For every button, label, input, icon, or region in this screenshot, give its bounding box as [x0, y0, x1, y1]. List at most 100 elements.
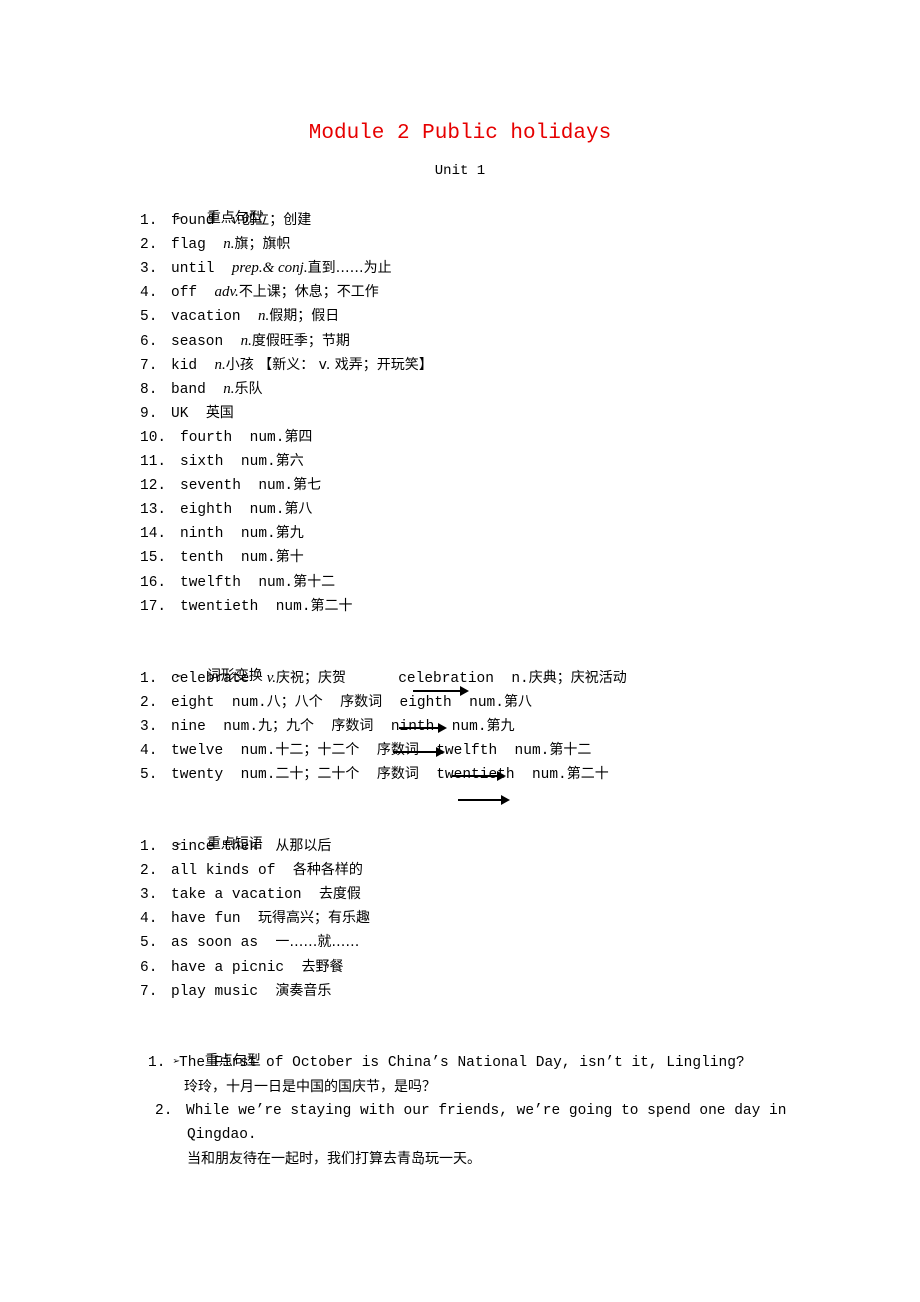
vocab-word: flag	[171, 237, 206, 254]
vocab-item: 8. band n.乐队	[140, 380, 263, 398]
phrase-english: as soon as	[171, 935, 259, 952]
vocab-meaning: 度假旺季；节期	[251, 332, 350, 349]
vocab-word: kid	[171, 357, 198, 374]
vocab-word: ninth	[180, 526, 224, 543]
phrase-chinese: 一……就……	[275, 934, 360, 951]
vocab-word: off	[171, 285, 198, 302]
sentence-translation: 玲玲，十月一日是中国的国庆节，是吗？	[184, 1079, 436, 1095]
phrase-item: 6. have a picnic 去野餐	[140, 958, 344, 976]
phrase-item: 1. since then 从那以后	[140, 838, 332, 855]
section-heading-phrases: ➢ 重点短语	[140, 811, 263, 852]
vocab-meaning: 第十	[275, 549, 304, 566]
phrase-chinese: 去野餐	[301, 958, 344, 975]
vocab-item: 6. season n.度假旺季；节期	[140, 332, 350, 350]
phrase-item: 7. play music 演奏音乐	[140, 982, 332, 1000]
vocab-word: sixth	[180, 454, 224, 470]
vocab-meaning: 假期；假日	[269, 308, 340, 325]
vocab-item: 4. off adv.不上课；休息；不工作	[140, 284, 379, 302]
part-of-speech: n.	[214, 356, 226, 373]
vocab-word: found	[171, 213, 215, 229]
arrow-right-icon	[393, 747, 445, 757]
vocab-item: 12. seventh num.第七	[140, 477, 322, 495]
vocab-item: 7. kid n.小孩 【新义： v. 戏弄；开玩笑】	[140, 356, 433, 374]
part-of-speech: num.	[240, 454, 276, 470]
list-item: 1. celebrate v.庆祝；庆贺 celebration n.庆典；庆祝活…	[140, 670, 627, 687]
part-of-speech: num.	[258, 478, 294, 495]
part-of-speech: adv.	[214, 284, 239, 301]
list-item: 2. eight num.八；八个 序数词 eighth num.第八	[140, 694, 532, 711]
part-of-speech: num.	[249, 502, 285, 519]
phrase-chinese: 演奏音乐	[275, 982, 332, 999]
list-item: 4. twelve num.十二；十二个 序数词 twelfth num.第十二	[140, 742, 592, 759]
vocab-meaning: 乐队	[234, 380, 263, 397]
vocab-item: 1. found v.创立；创建	[140, 212, 312, 229]
list-item: 5. twenty num.二十；二十个 序数词 twentieth num.第二…	[140, 766, 609, 783]
vocab-word: fourth	[180, 429, 233, 446]
phrase-english: since then	[171, 839, 259, 855]
unit-heading: Unit 1	[434, 163, 486, 179]
vocab-item: 5. vacation n.假期；假日	[140, 308, 340, 326]
part-of-speech: n.	[240, 332, 252, 349]
phrase-english: take a vacation	[171, 887, 302, 904]
vocab-word: tenth	[180, 550, 224, 567]
vocab-word: UK	[171, 405, 189, 422]
vocab-item: 17. twentieth num.第二十	[140, 597, 353, 615]
part-of-speech: n.	[223, 380, 235, 397]
vocab-item: 3. until prep.& conj.直到……为止	[140, 260, 392, 278]
document-page: Module 2 Public holidays Unit 1 ➢ 重点句型 1.…	[0, 0, 920, 1302]
vocab-meaning: 第七	[293, 477, 322, 494]
vocab-meaning: 第九	[275, 525, 304, 542]
vocab-meaning: 不上课；休息；不工作	[238, 284, 379, 301]
part-of-speech: num.	[240, 550, 276, 567]
vocab-meaning: 直到……为止	[307, 260, 392, 277]
phrase-english: play music	[171, 983, 259, 1000]
sentence-translation: 当和朋友待在一起时，我们打算去青岛玩一天。	[187, 1151, 481, 1167]
phrase-english: have a picnic	[171, 959, 285, 976]
part-of-speech: num.	[258, 574, 294, 591]
arrow-right-icon	[452, 771, 506, 781]
part-of-speech: v.	[231, 212, 242, 228]
phrase-item: 3. take a vacation 去度假	[140, 886, 361, 904]
arrow-right-icon	[399, 723, 447, 733]
arrow-right-icon	[458, 795, 510, 805]
vocab-meaning: 第四	[284, 428, 313, 445]
vocab-meaning: 旗；旗帜	[234, 236, 291, 253]
list-item: 3. nine num.九；九个 序数词 ninth num.第九	[140, 718, 515, 735]
vocab-item: 2. flag n.旗；旗帜	[140, 236, 291, 254]
section-heading-sentences: ➢ 重点句型	[138, 1028, 261, 1069]
vocab-word: until	[171, 261, 215, 278]
vocab-word: eighth	[180, 502, 233, 519]
vocab-item: 10. fourth num.第四	[140, 428, 313, 446]
vocab-word: twentieth	[180, 598, 259, 615]
vocab-item: 11. sixth num.第六	[140, 453, 304, 470]
phrase-chinese: 玩得高兴；有乐趣	[258, 910, 371, 927]
vocab-item: 15. tenth num.第十	[140, 549, 304, 567]
vocab-word: seventh	[180, 478, 241, 495]
part-of-speech: n.	[258, 308, 270, 325]
vocab-meaning: 英国	[205, 404, 234, 421]
section-heading-vocab: ➢ 重点句型	[140, 185, 263, 226]
part-of-speech: prep.& conj.	[231, 260, 308, 277]
arrow-right-icon	[413, 686, 469, 696]
phrase-english: have fun	[171, 911, 241, 928]
vocab-meaning: 第十二	[293, 573, 336, 590]
part-of-speech: num.	[249, 429, 285, 446]
vocab-word: band	[171, 381, 206, 398]
vocab-word: twelfth	[180, 574, 241, 591]
vocab-meaning: 第六	[275, 453, 304, 469]
vocab-meaning: 第八	[284, 501, 313, 518]
vocab-word: season	[171, 333, 224, 350]
vocab-item: 14. ninth num.第九	[140, 525, 304, 543]
section-heading-word-forms: ➢ 词形变换	[140, 643, 263, 684]
vocab-item: 13. eighth num.第八	[140, 501, 313, 519]
vocab-item: 9. UK 英国	[140, 404, 234, 422]
phrase-chinese: 各种各样的	[292, 862, 363, 879]
phrase-chinese: 从那以后	[275, 838, 332, 854]
vocab-word: vacation	[171, 309, 241, 326]
vocab-meaning: 第二十	[310, 597, 353, 614]
sentence-continuation: Qingdao.	[187, 1127, 257, 1143]
sentence-item: 2. While we’re staying with our friends, …	[155, 1103, 787, 1119]
sentence-item: 1. The First of October is China’s Nation…	[148, 1055, 745, 1071]
phrase-chinese: 去度假	[318, 886, 361, 903]
vocab-item: 16. twelfth num.第十二	[140, 573, 336, 591]
